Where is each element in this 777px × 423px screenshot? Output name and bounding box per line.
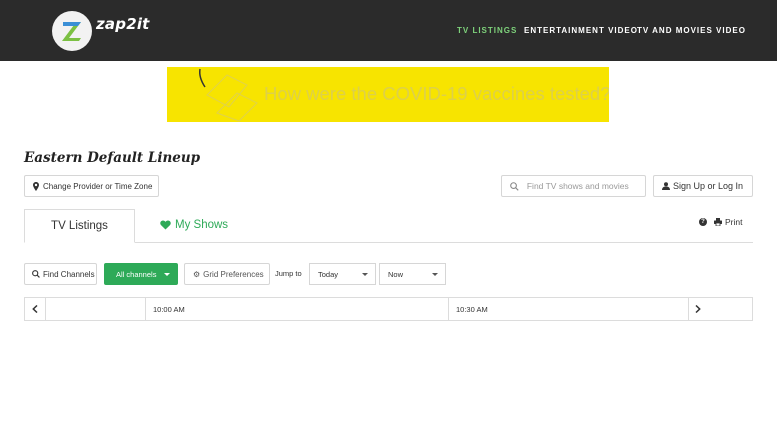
tab-my-shows[interactable]: My Shows: [160, 219, 228, 231]
chevron-down-icon: [164, 273, 170, 276]
time-slot-header: 10:00 AM: [146, 298, 449, 320]
tab-tv-listings[interactable]: TV Listings: [24, 209, 135, 243]
chevron-left-icon: [32, 305, 38, 313]
next-time-button[interactable]: [689, 298, 752, 320]
tab-tv-listings-label: TV Listings: [51, 220, 108, 232]
find-channels-label: Find Channels: [43, 269, 95, 279]
search-box[interactable]: [501, 175, 646, 197]
time-select[interactable]: Now: [379, 263, 446, 285]
day-select-value: Today: [318, 269, 339, 279]
gear-icon: ⚙: [193, 269, 201, 279]
search-icon: [510, 181, 519, 191]
zap2it-logo-icon: [62, 22, 81, 41]
print-label: Print: [725, 217, 743, 227]
all-channels-dropdown[interactable]: All channels: [104, 263, 178, 285]
map-pin-icon: [33, 181, 39, 191]
sign-in-label: Sign Up or Log In: [673, 181, 744, 191]
chevron-down-icon: [362, 273, 368, 276]
user-icon: [662, 182, 670, 190]
tab-my-shows-label: My Shows: [175, 219, 229, 231]
sign-in-button[interactable]: Sign Up or Log In: [653, 175, 753, 197]
grid-preferences-label: Grid Preferences: [203, 269, 264, 279]
time-slot-label: 10:30 AM: [456, 304, 488, 314]
chevron-right-icon: [695, 305, 701, 313]
logo-text[interactable]: zap2it: [96, 15, 150, 33]
printer-icon: [714, 218, 722, 226]
jump-to-label: Jump to: [275, 269, 302, 278]
previous-time-button[interactable]: [25, 298, 46, 320]
print-button[interactable]: Print: [714, 217, 742, 227]
nav-entertainment-video[interactable]: ENTERTAINMENT VIDEO: [524, 26, 638, 35]
lineup-title: Eastern Default Lineup: [24, 150, 201, 166]
search-input[interactable]: [526, 181, 645, 191]
search-icon: [32, 270, 40, 278]
listings-time-bar: 10:00 AM 10:30 AM: [24, 297, 753, 321]
chevron-down-icon: [432, 273, 438, 276]
nav-tv-and-movies-video[interactable]: TV AND MOVIES VIDEO: [637, 26, 746, 35]
advertisement-banner[interactable]: How were the COVID-19 vaccines tested?: [167, 67, 609, 122]
change-provider-label: Change Provider or Time Zone: [43, 181, 153, 191]
time-slot-label: 10:00 AM: [153, 304, 185, 314]
ad-illustration: [199, 68, 258, 122]
time-select-value: Now: [388, 269, 404, 279]
find-channels-button[interactable]: Find Channels: [24, 263, 97, 285]
top-navigation-bar: zap2it TV LISTINGS ENTERTAINMENT VIDEO T…: [0, 0, 777, 61]
change-provider-button[interactable]: Change Provider or Time Zone: [24, 175, 159, 197]
ad-headline: How were the COVID-19 vaccines tested?: [264, 83, 609, 104]
nav-tv-listings[interactable]: TV LISTINGS: [457, 26, 517, 35]
all-channels-label: All channels: [116, 269, 157, 279]
time-slot-header: 10:30 AM: [449, 298, 689, 320]
day-select[interactable]: Today: [309, 263, 376, 285]
zap2it-logo[interactable]: [52, 11, 92, 51]
help-icon[interactable]: ?: [699, 218, 707, 226]
heart-icon: [160, 220, 171, 230]
grid-preferences-button[interactable]: ⚙ Grid Preferences: [184, 263, 270, 285]
channel-column-header: [46, 298, 146, 320]
